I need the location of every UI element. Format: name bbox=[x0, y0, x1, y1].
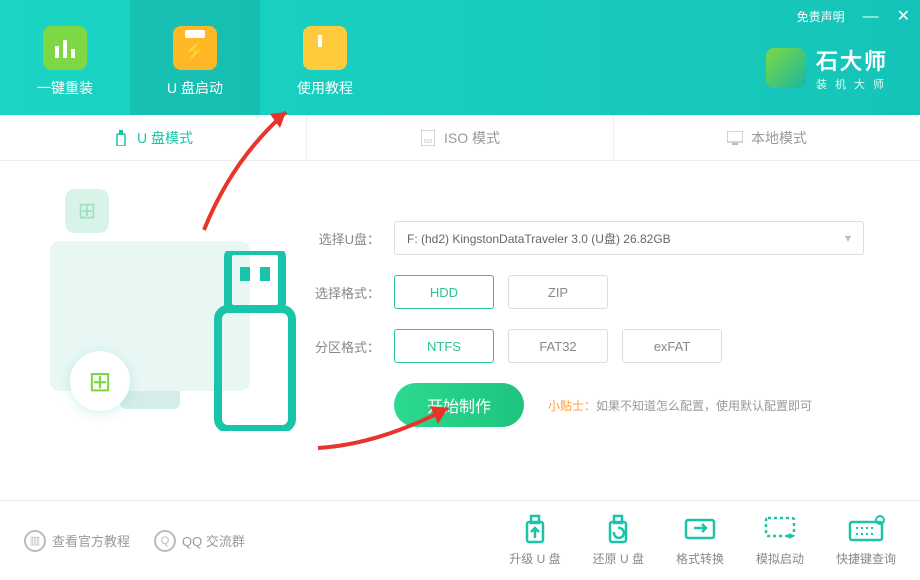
app-header: 一键重装 U 盘启动 使用教程 免责声明 — ✕ 石大师 装机大师 bbox=[0, 0, 920, 115]
brand-subtitle: 装机大师 bbox=[816, 76, 892, 92]
nav-label: 使用教程 bbox=[297, 78, 353, 98]
fs-option-ntfs[interactable]: NTFS bbox=[394, 329, 494, 363]
disk-select-value: F: (hd2) KingstonDataTraveler 3.0 (U盘) 2… bbox=[407, 230, 671, 247]
simulate-boot-button[interactable]: 模拟启动 bbox=[756, 514, 804, 567]
minimize-icon[interactable]: — bbox=[863, 9, 879, 25]
nav-reinstall[interactable]: 一键重装 bbox=[0, 0, 130, 115]
usb-restore-icon bbox=[598, 514, 638, 544]
monitor-icon bbox=[727, 130, 743, 146]
tab-label: U 盘模式 bbox=[137, 128, 193, 148]
qq-group-link[interactable]: Q QQ 交流群 bbox=[154, 530, 245, 552]
nav-usb-boot[interactable]: U 盘启动 bbox=[130, 0, 260, 115]
restore-usb-button[interactable]: 还原 U 盘 bbox=[593, 514, 644, 567]
tab-usb-mode[interactable]: U 盘模式 bbox=[0, 115, 307, 160]
upgrade-usb-button[interactable]: 升级 U 盘 bbox=[509, 514, 560, 567]
usb-shield-icon bbox=[173, 26, 217, 70]
hotkey-lookup-button[interactable]: 快捷键查询 bbox=[836, 514, 896, 567]
svg-text:ISO: ISO bbox=[424, 139, 433, 145]
official-tutorial-link[interactable]: ▥ 查看官方教程 bbox=[24, 530, 130, 552]
nav-label: U 盘启动 bbox=[167, 78, 223, 98]
fs-option-exfat[interactable]: exFAT bbox=[622, 329, 722, 363]
usb-up-icon bbox=[515, 514, 555, 544]
main-content: ⊞ ⊞ 选择U盘： F: (hd2) KingstonDataTraveler … bbox=[0, 161, 920, 431]
format-option-zip[interactable]: ZIP bbox=[508, 275, 608, 309]
tip-label: 小贴士： bbox=[548, 399, 596, 413]
tab-iso-mode[interactable]: ISO ISO 模式 bbox=[307, 115, 614, 160]
iso-icon: ISO bbox=[420, 130, 436, 146]
window-controls: 免责声明 — ✕ bbox=[797, 8, 910, 25]
fs-label: 分区格式： bbox=[310, 337, 380, 356]
tab-label: ISO 模式 bbox=[444, 128, 500, 148]
config-form: 选择U盘： F: (hd2) KingstonDataTraveler 3.0 … bbox=[310, 181, 890, 431]
qq-icon: Q bbox=[154, 530, 176, 552]
close-icon[interactable]: ✕ bbox=[897, 9, 910, 25]
disk-select[interactable]: F: (hd2) KingstonDataTraveler 3.0 (U盘) 2… bbox=[394, 221, 864, 255]
bar-chart-icon bbox=[43, 26, 87, 70]
nav-label: 一键重装 bbox=[37, 78, 93, 98]
disclaimer-link[interactable]: 免责声明 bbox=[797, 8, 845, 25]
simulate-icon bbox=[760, 514, 800, 544]
format-convert-button[interactable]: 格式转换 bbox=[676, 514, 724, 567]
convert-icon bbox=[680, 514, 720, 544]
usb-plug-icon bbox=[210, 251, 300, 431]
windows-logo-icon: ⊞ bbox=[70, 351, 130, 411]
tip-text: 小贴士：如果不知道怎么配置，使用默认配置即可 bbox=[548, 397, 812, 414]
select-disk-label: 选择U盘： bbox=[310, 229, 380, 248]
book-icon bbox=[303, 26, 347, 70]
format-label: 选择格式： bbox=[310, 283, 380, 302]
tab-local-mode[interactable]: 本地模式 bbox=[614, 115, 920, 160]
fs-option-fat32[interactable]: FAT32 bbox=[508, 329, 608, 363]
mode-tabs: U 盘模式 ISO ISO 模式 本地模式 bbox=[0, 115, 920, 161]
brand-title: 石大师 bbox=[816, 44, 892, 76]
windows-tile-icon: ⊞ bbox=[65, 189, 109, 233]
start-button[interactable]: 开始制作 bbox=[394, 383, 524, 427]
usb-illustration: ⊞ ⊞ bbox=[30, 181, 290, 431]
format-option-hdd[interactable]: HDD bbox=[394, 275, 494, 309]
keyboard-icon bbox=[846, 514, 886, 544]
bottom-bar: ▥ 查看官方教程 Q QQ 交流群 升级 U 盘 还原 U 盘 格式转换 模拟启… bbox=[0, 500, 920, 580]
tab-label: 本地模式 bbox=[751, 128, 807, 148]
logo-icon bbox=[766, 48, 806, 88]
brand-logo: 石大师 装机大师 bbox=[766, 44, 892, 92]
nav-tutorial[interactable]: 使用教程 bbox=[260, 0, 390, 115]
usb-icon bbox=[113, 130, 129, 146]
book-open-icon: ▥ bbox=[24, 530, 46, 552]
